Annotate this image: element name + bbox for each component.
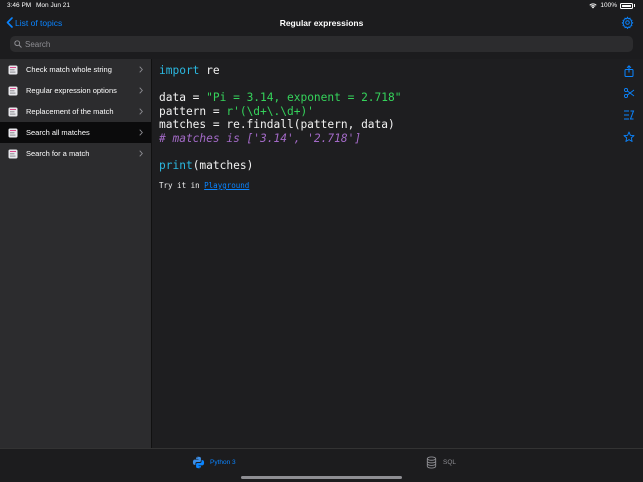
code-text: data = — [159, 91, 207, 105]
code-keyword: import — [159, 64, 200, 77]
python-icon — [192, 456, 205, 469]
status-bar: 3:46 PM Mon Jun 21 100% — [0, 0, 643, 13]
sidebar-item-replacement-of-the-match[interactable]: Replacement of the match — [0, 101, 151, 122]
home-indicator[interactable] — [241, 476, 402, 479]
sidebar-item-label: Search all matches — [26, 128, 90, 137]
share-icon[interactable] — [623, 64, 635, 77]
side-toolbar — [623, 64, 635, 142]
document-icon — [8, 128, 18, 137]
battery-percentage: 100% — [600, 2, 617, 9]
sidebar-item-label: Regular expression options — [26, 86, 117, 95]
chevron-right-icon — [139, 108, 143, 115]
gear-icon[interactable] — [621, 16, 634, 29]
code-comment: # matches is ['3.14', '2.718'] — [159, 131, 362, 145]
search-icon — [14, 40, 22, 48]
chevron-right-icon — [139, 150, 143, 157]
try-it-line: Try it in Playground — [159, 181, 249, 190]
scissors-icon[interactable] — [623, 86, 635, 99]
tab-label: SQL — [443, 459, 457, 466]
sidebar-item-label: Check match whole string — [26, 65, 112, 74]
sort-icon[interactable] — [623, 108, 635, 120]
document-icon — [8, 65, 18, 74]
code-text: matches = re.findall(pattern, data) — [159, 118, 395, 132]
star-icon[interactable] — [623, 130, 635, 142]
database-icon — [426, 456, 437, 469]
playground-link[interactable]: Playground — [204, 181, 249, 190]
code-text: (matches) — [192, 159, 254, 173]
try-it-prefix: Try it in — [159, 181, 205, 190]
status-right: 100% — [589, 2, 635, 9]
chevron-right-icon — [139, 129, 143, 136]
code-view: import re data = "Pi = 3.14, exponent = … — [152, 59, 643, 448]
wifi-icon — [589, 2, 597, 8]
tab-sql[interactable]: SQL — [425, 456, 456, 469]
sidebar-item-label: Replacement of the match — [26, 107, 114, 116]
code-text: re — [199, 64, 220, 77]
status-date: Mon Jun 21 — [36, 2, 70, 9]
sidebar-item-search-for-a-match[interactable]: Search for a match — [0, 143, 151, 164]
sidebar: Check match whole string Regular express… — [0, 59, 151, 448]
tab-python-3[interactable]: Python 3 — [192, 456, 236, 469]
document-icon — [8, 107, 18, 116]
sidebar-item-label: Search for a match — [26, 149, 90, 158]
code-keyword: print — [159, 159, 193, 173]
status-time: 3:46 PM — [7, 2, 32, 9]
code-string: r'(\d+\.\d+)' — [226, 104, 314, 118]
document-icon — [8, 149, 18, 158]
sidebar-item-search-all-matches[interactable]: Search all matches — [0, 122, 151, 143]
chevron-right-icon — [139, 87, 143, 94]
page-title: Regular expressions — [279, 18, 364, 28]
code-block: import re data = "Pi = 3.14, exponent = … — [159, 64, 401, 173]
tab-label: Python 3 — [210, 459, 236, 466]
search-bar[interactable] — [10, 36, 633, 52]
chevron-right-icon — [139, 66, 143, 73]
document-icon — [8, 86, 18, 95]
battery-icon — [620, 2, 633, 9]
sidebar-item-check-match-whole-string[interactable]: Check match whole string — [0, 59, 151, 80]
sidebar-item-regular-expression-options[interactable]: Regular expression options — [0, 80, 151, 101]
code-string: "Pi = 3.14, exponent = 2.718" — [206, 91, 402, 105]
search-input[interactable] — [25, 39, 605, 49]
code-text: pattern = — [159, 104, 227, 118]
navigation-bar: List of topics Regular expressions — [0, 13, 643, 35]
